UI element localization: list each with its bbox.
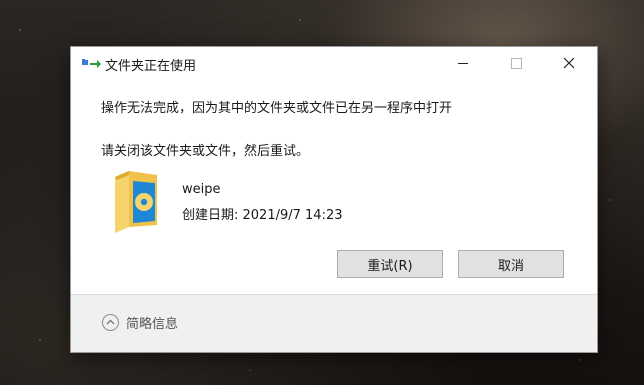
cancel-button[interactable]: 取消 — [458, 250, 564, 278]
file-name: weipe — [182, 182, 221, 197]
dialog-footer: 简略信息 — [71, 294, 597, 352]
folder-icon — [115, 171, 157, 233]
minimize-button[interactable] — [440, 47, 486, 79]
maximize-button[interactable] — [493, 47, 539, 79]
fewer-details-label: 简略信息 — [126, 316, 179, 332]
instruction-message: 请关闭该文件夹或文件，然后重试。 — [101, 144, 310, 159]
fewer-details-toggle[interactable]: 简略信息 — [102, 312, 178, 332]
file-created-date: 创建日期: 2021/9/7 14:23 — [182, 208, 343, 223]
minimize-icon — [458, 62, 468, 64]
move-folder-icon — [82, 59, 101, 68]
error-message: 操作无法完成，因为其中的文件夹或文件已在另一程序中打开 — [101, 101, 453, 116]
title-bar[interactable]: 文件夹正在使用 — [71, 47, 597, 79]
close-button[interactable] — [546, 47, 592, 79]
retry-button[interactable]: 重试(R) — [337, 250, 443, 278]
dialog-title: 文件夹正在使用 — [105, 59, 197, 74]
folder-in-use-dialog: 文件夹正在使用 操作无法完成，因为其中的文件夹或文件已在另一程序中打开 请关闭该… — [70, 46, 598, 353]
maximize-icon — [510, 57, 522, 69]
close-icon — [563, 57, 575, 69]
chevron-up-icon — [102, 313, 119, 331]
